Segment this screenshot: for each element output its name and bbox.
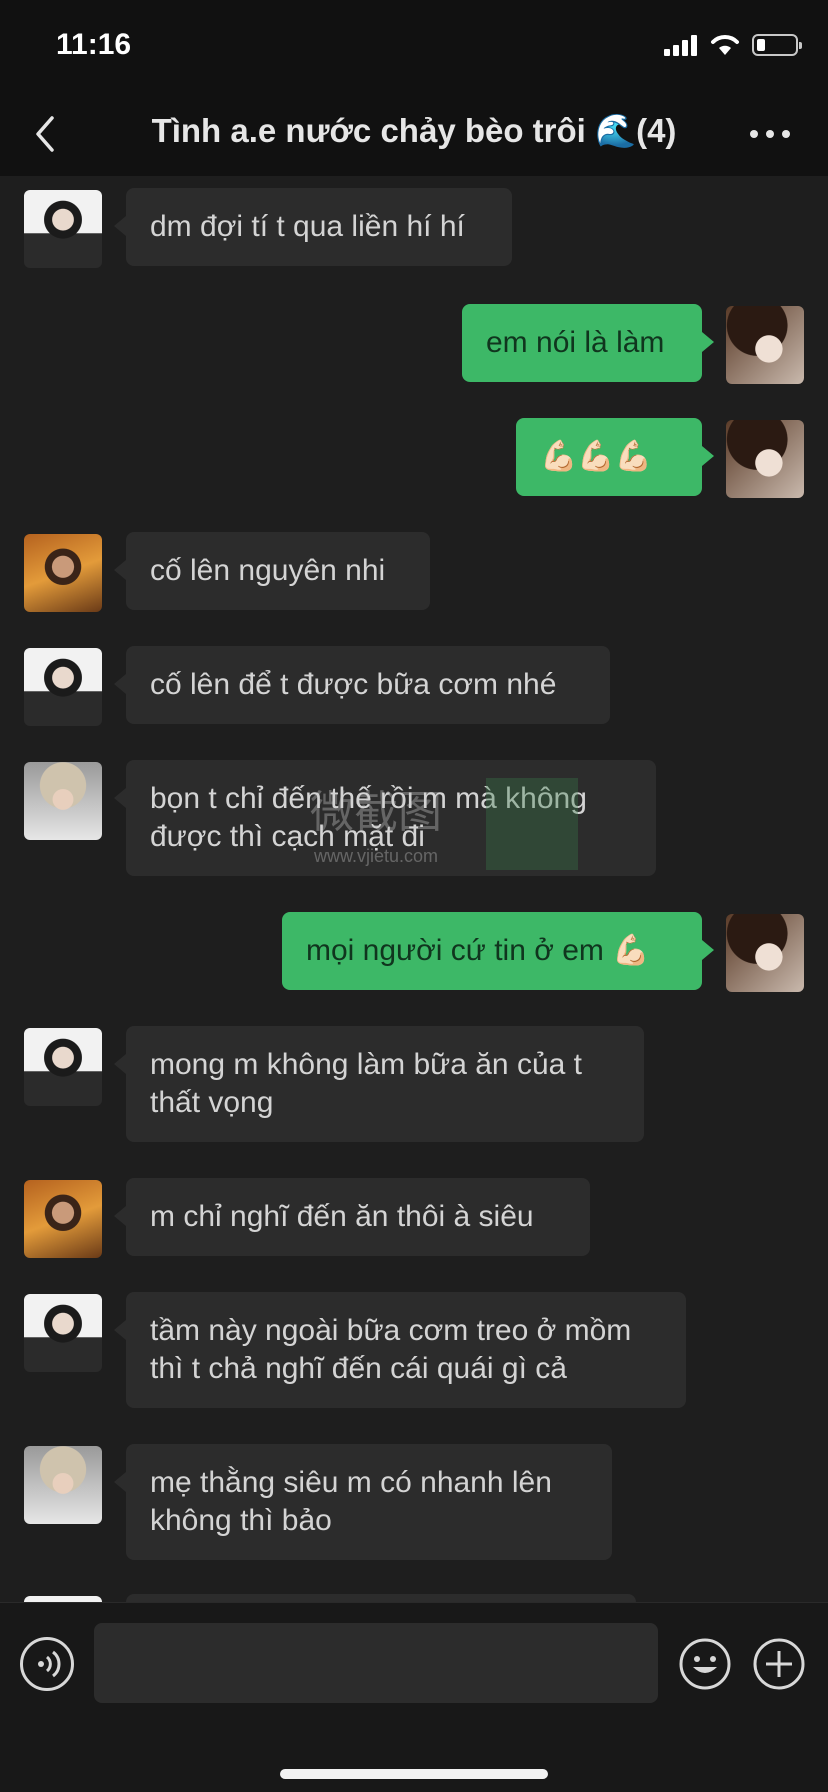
voice-icon[interactable] bbox=[20, 1637, 74, 1691]
message-input[interactable] bbox=[94, 1623, 658, 1703]
emoji-icon[interactable] bbox=[678, 1637, 732, 1691]
message-bubble[interactable]: m chỉ nghĩ đến ăn thôi à siêu bbox=[114, 1178, 590, 1256]
wifi-icon bbox=[711, 35, 739, 55]
message-bubble[interactable]: mong m không làm bữa ăn của t thất vọng bbox=[114, 1026, 644, 1142]
signal-icon bbox=[664, 34, 700, 56]
message-bubble[interactable]: cố lên nguyên nhi bbox=[114, 532, 430, 610]
avatar[interactable] bbox=[726, 420, 804, 498]
message-bubble[interactable]: mẹ thằng siêu m có nhanh lên không thì b… bbox=[114, 1444, 612, 1560]
avatar[interactable] bbox=[24, 534, 102, 612]
avatar[interactable] bbox=[24, 762, 102, 840]
avatar[interactable] bbox=[726, 306, 804, 384]
input-bar bbox=[0, 1602, 828, 1792]
chat-area[interactable]: dm đợi tí t qua liền hí hí em nói là làm… bbox=[0, 176, 828, 1602]
more-button[interactable] bbox=[740, 122, 800, 146]
status-time: 11:16 bbox=[56, 28, 132, 61]
chat-title: Tình a.e nước chảy bèo trôi 🌊(4) bbox=[151, 112, 677, 149]
avatar[interactable] bbox=[24, 1028, 102, 1106]
message-bubble[interactable]: dm đợi tí t qua liền hí hí bbox=[114, 188, 512, 266]
message-bubble[interactable]: bọn t chỉ đến thế rồi m mà không được th… bbox=[114, 760, 656, 876]
avatar[interactable] bbox=[24, 190, 102, 268]
status-bar: 11:16 bbox=[0, 0, 828, 92]
avatar[interactable] bbox=[726, 914, 804, 992]
avatar[interactable] bbox=[24, 1446, 102, 1524]
message-bubble[interactable]: cố lên để t được bữa cơm nhé bbox=[114, 646, 610, 724]
message-bubble[interactable]: 💪🏻💪🏻💪🏻 bbox=[516, 418, 714, 496]
nav-bar: Tình a.e nước chảy bèo trôi 🌊(4) bbox=[0, 92, 828, 176]
message-bubble[interactable]: mọi người cứ tin ở em 💪🏻 bbox=[282, 912, 714, 990]
avatar[interactable] bbox=[24, 648, 102, 726]
battery-icon bbox=[752, 34, 802, 56]
avatar[interactable] bbox=[24, 1294, 102, 1372]
back-button[interactable] bbox=[26, 110, 66, 158]
home-indicator bbox=[280, 1769, 548, 1779]
message-bubble[interactable]: em nói là làm bbox=[462, 304, 714, 382]
avatar[interactable] bbox=[24, 1180, 102, 1258]
message-bubble[interactable] bbox=[126, 1594, 636, 1602]
plus-icon[interactable] bbox=[752, 1637, 806, 1691]
message-bubble[interactable]: tầm này ngoài bữa cơm treo ở mồm thì t c… bbox=[114, 1292, 686, 1408]
